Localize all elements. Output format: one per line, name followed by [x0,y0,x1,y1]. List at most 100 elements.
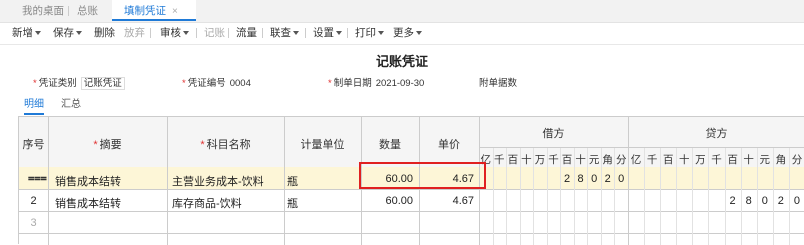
tab-fill-voucher[interactable]: 填制凭证 × [112,0,196,21]
debit-digit-unit: 分 [615,154,627,166]
entry-date-label: 制单日期 [333,78,372,89]
debit-digit-unit: 元 [588,154,600,166]
subtab-detail[interactable]: 明细 [24,95,44,115]
credit-amount-digit[interactable]: 2 [725,195,741,207]
save-button[interactable]: 保存 [53,22,82,44]
debit-amount-digit[interactable]: 0 [587,173,601,185]
credit-digit-unit: 亿 [630,154,642,166]
grid-line [19,189,804,190]
debit-digit-unit: 万 [534,154,546,166]
row-price[interactable]: 4.67 [419,195,474,207]
digit-divider [788,148,790,245]
attachments-label: 附单据数 [479,78,518,89]
audit-label: 审核 [160,27,181,39]
settings-label: 设置 [313,27,334,39]
toolbar-divider [347,28,348,38]
audit-button[interactable]: 审核 [160,22,189,44]
debit-amount-digit[interactable]: 2 [601,173,615,185]
debit-digit-unit: 角 [602,154,613,166]
digit-divider [740,148,742,245]
debit-digit-unit: 十 [575,154,586,166]
credit-amount-digit[interactable]: 0 [789,195,804,207]
credit-digit-unit: 万 [695,154,706,166]
required-mark: * [182,78,186,89]
tab-fill-voucher-label: 填制凭证 [124,5,166,17]
print-label: 打印 [355,27,376,39]
voucher-title: 记账凭证 [375,54,428,69]
digit-divider [533,148,535,245]
digit-divider [600,148,602,245]
row-seq: 3 [30,217,37,229]
digit-divider [772,148,774,245]
grid-line [19,211,804,212]
credit-digit-unit: 百 [727,154,738,166]
current-row-icon[interactable]: ⩶ [28,172,47,185]
chevron-down-icon [416,31,422,36]
voucher-number-label: 凭证编号 [187,78,226,89]
header-subject: * 科目名称 [167,136,284,152]
credit-digit-unit: 千 [711,154,722,166]
digit-divider [660,148,662,245]
voucher-type-label: 凭证类别 [38,78,77,89]
digit-divider [560,148,562,245]
debit-digit-unit: 百 [507,154,519,166]
post-button[interactable]: 记账 [204,22,225,44]
debit-amount-digit[interactable]: 0 [614,173,628,185]
digit-divider [546,148,548,245]
credit-amount-digit[interactable]: 8 [741,195,757,207]
digit-divider [724,148,726,245]
highlight-box [359,162,486,189]
required-mark: * [33,78,37,89]
save-label: 保存 [53,27,74,39]
credit-digit-unit: 十 [743,154,754,166]
credit-digit-unit: 角 [775,154,787,166]
voucher-number-value[interactable]: 0004 [230,78,251,89]
debit-amount-digit[interactable]: 2 [560,173,574,185]
credit-amount-digit[interactable]: 2 [773,195,789,207]
credit-amount-digit[interactable]: 0 [757,195,773,207]
new-button[interactable]: 新增 [12,22,41,44]
debit-digit-unit: 十 [521,154,532,166]
row-quantity[interactable]: 60.00 [361,195,413,207]
entry-date-value[interactable]: 2021-09-30 [376,78,425,89]
settings-button[interactable]: 设置 [313,22,342,44]
toolbar-divider [262,28,263,38]
attachments-field[interactable]: 附单据数 [479,75,517,89]
required-mark: * [200,139,205,151]
digit-divider [519,148,521,245]
credit-digit-unit: 十 [679,154,690,166]
flow-button[interactable]: 流量 [236,22,257,44]
debit-digit-unit: 千 [494,154,505,166]
print-button[interactable]: 打印 [355,22,384,44]
row-summary[interactable]: 销售成本结转 [55,173,121,189]
tab-general-ledger[interactable]: 总账 [77,0,98,22]
row-subject[interactable]: 主营业务成本-饮料 [172,173,264,189]
digit-divider [708,148,710,245]
debit-amount-digit[interactable]: 8 [574,173,588,185]
header-unit: 计量单位 [300,139,345,151]
abandon-button[interactable]: 放弃 [124,22,145,44]
debit-digit-unit: 千 [548,154,559,166]
row-subject[interactable]: 库存商品-饮料 [172,195,242,211]
grid-line [19,233,804,234]
voucher-number-field[interactable]: * 凭证编号 0004 [182,75,251,89]
subtab-summary[interactable]: 汇总 [61,95,81,110]
header-summary: * 摘要 [48,136,167,152]
row-unit[interactable]: 瓶 [287,195,298,211]
entry-date-field[interactable]: * 制单日期 2021-09-30 [328,75,424,89]
more-button[interactable]: 更多 [393,22,422,44]
required-mark: * [328,78,332,89]
row-unit[interactable]: 瓶 [287,173,298,189]
credit-digit-unit: 元 [759,154,771,166]
delete-button[interactable]: 删除 [94,22,115,44]
digit-divider [492,148,494,245]
row-summary[interactable]: 销售成本结转 [55,195,121,211]
query-button[interactable]: 联查 [270,22,299,44]
digit-divider [692,148,694,245]
debit-digit-unit: 百 [561,154,573,166]
credit-digit-unit: 百 [662,154,674,166]
tab-my-desktop[interactable]: 我的桌面 [22,0,64,22]
voucher-type-field[interactable]: * 凭证类别 记账凭证 [33,75,125,90]
close-icon[interactable]: × [172,6,178,17]
voucher-type-value[interactable]: 记账凭证 [80,77,125,90]
